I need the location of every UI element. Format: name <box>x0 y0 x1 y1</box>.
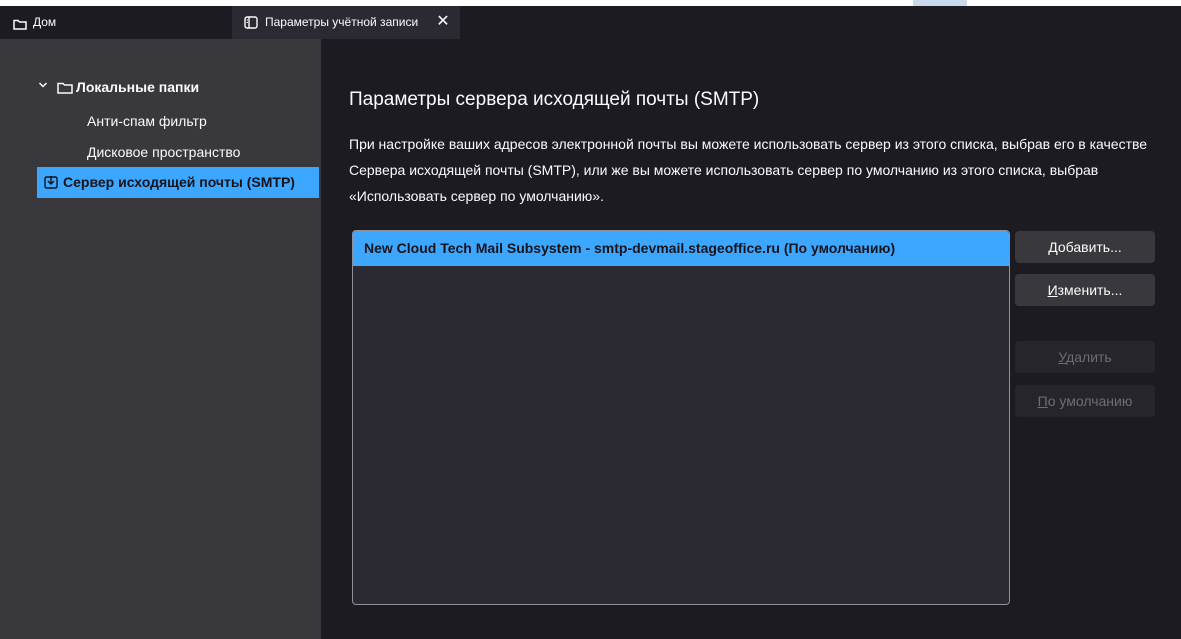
main-panel: Параметры сервера исходящей почты (SMTP)… <box>321 39 1181 639</box>
folder-icon <box>57 81 73 97</box>
delete-button-label: далить <box>1066 349 1112 365</box>
settings-page-icon <box>244 16 258 32</box>
tree-item-outgoing-server[interactable]: Сервер исходящей почты (SMTP) <box>37 167 319 198</box>
close-tab-icon[interactable]: ✕ <box>432 12 454 32</box>
tree-item-label: Дисковое пространство <box>87 144 241 160</box>
edit-button-accesskey: И <box>1047 282 1058 298</box>
page-title: Параметры сервера исходящей почты (SMTP) <box>349 89 760 110</box>
chevron-down-icon[interactable] <box>38 79 48 93</box>
tab-home-label: Дом <box>33 15 57 29</box>
smtp-server-list[interactable]: New Cloud Tech Mail Subsystem - smtp-dev… <box>352 230 1010 605</box>
sidebar: Локальные папки Анти-спам фильтр Дисково… <box>0 39 321 639</box>
delete-button[interactable]: Удалить <box>1015 341 1155 373</box>
tree-item-disk-space[interactable]: Дисковое пространство <box>0 138 321 168</box>
delete-button-accesskey: У <box>1058 349 1067 365</box>
edit-button[interactable]: Изменить... <box>1015 274 1155 306</box>
tree-root-label: Локальные папки <box>76 79 200 95</box>
tree-item-junk-filter[interactable]: Анти-спам фильтр <box>0 107 321 137</box>
folder-icon <box>13 17 27 33</box>
tree-item-label: Анти-спам фильтр <box>87 113 207 129</box>
tree-item-local-folders[interactable]: Локальные папки <box>0 77 321 101</box>
set-default-button-label: о умолчанию <box>1047 393 1133 409</box>
add-button-label: обавить... <box>1057 239 1122 255</box>
set-default-button-accesskey: П <box>1037 393 1048 409</box>
add-button[interactable]: Добавить... <box>1015 231 1155 263</box>
set-default-button[interactable]: По умолчанию <box>1015 385 1155 417</box>
tab-account-settings-label: Параметры учётной записи <box>265 15 419 29</box>
edit-button-label: зменить... <box>1057 282 1123 298</box>
tab-home[interactable]: Дом <box>0 6 232 39</box>
tab-bar: Дом Параметры учётной записи ✕ <box>0 6 1181 39</box>
tab-account-settings[interactable]: Параметры учётной записи ✕ <box>232 6 460 39</box>
list-item[interactable]: New Cloud Tech Mail Subsystem - smtp-dev… <box>353 231 1009 266</box>
outgoing-server-icon <box>44 175 58 192</box>
server-label: New Cloud Tech Mail Subsystem - smtp-dev… <box>364 240 896 256</box>
add-button-accesskey: Д <box>1048 239 1058 255</box>
tree-item-label: Сервер исходящей почты (SMTP) <box>63 174 295 190</box>
page-description: При настройке ваших адресов электронной … <box>349 136 1148 204</box>
